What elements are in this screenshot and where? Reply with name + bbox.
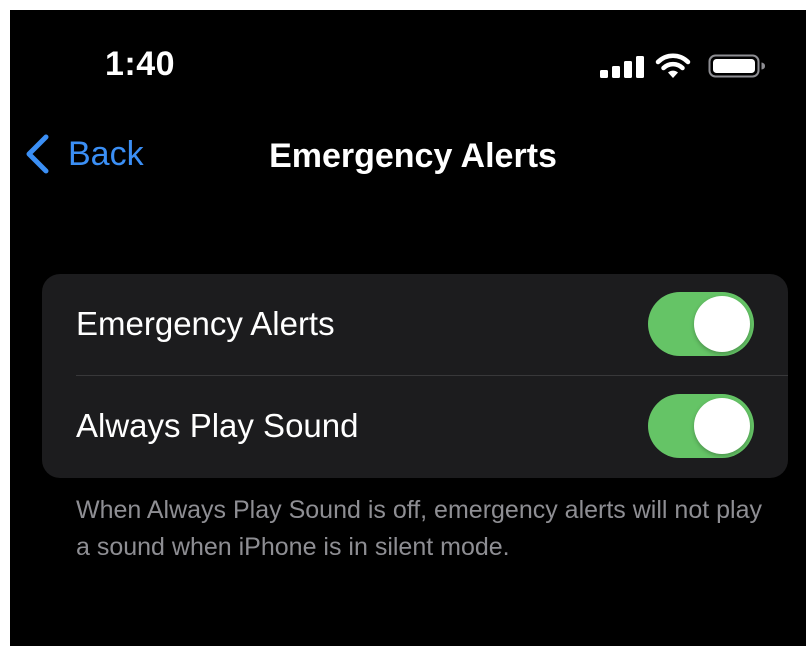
setting-row-emergency-alerts: Emergency Alerts	[42, 274, 788, 375]
status-time: 1:40	[105, 45, 176, 83]
cellular-signal-icon	[600, 56, 644, 78]
page-title: Emergency Alerts	[269, 137, 557, 175]
toggle-knob	[694, 398, 750, 454]
screen: 1:40 Back Emergency Alerts Emergency Ale…	[10, 10, 806, 646]
group-footer-text: When Always Play Sound is off, emergency…	[76, 496, 762, 561]
toggle-knob	[694, 296, 750, 352]
settings-group: Emergency Alerts Always Play Sound	[42, 274, 788, 478]
wifi-icon	[655, 53, 691, 78]
emergency-alerts-toggle[interactable]	[648, 292, 754, 356]
setting-row-always-play-sound: Always Play Sound	[42, 376, 788, 477]
battery-icon	[708, 54, 765, 78]
setting-label-emergency-alerts: Emergency Alerts	[76, 305, 335, 342]
always-play-sound-toggle[interactable]	[648, 394, 754, 458]
setting-label-always-play-sound: Always Play Sound	[76, 407, 359, 444]
